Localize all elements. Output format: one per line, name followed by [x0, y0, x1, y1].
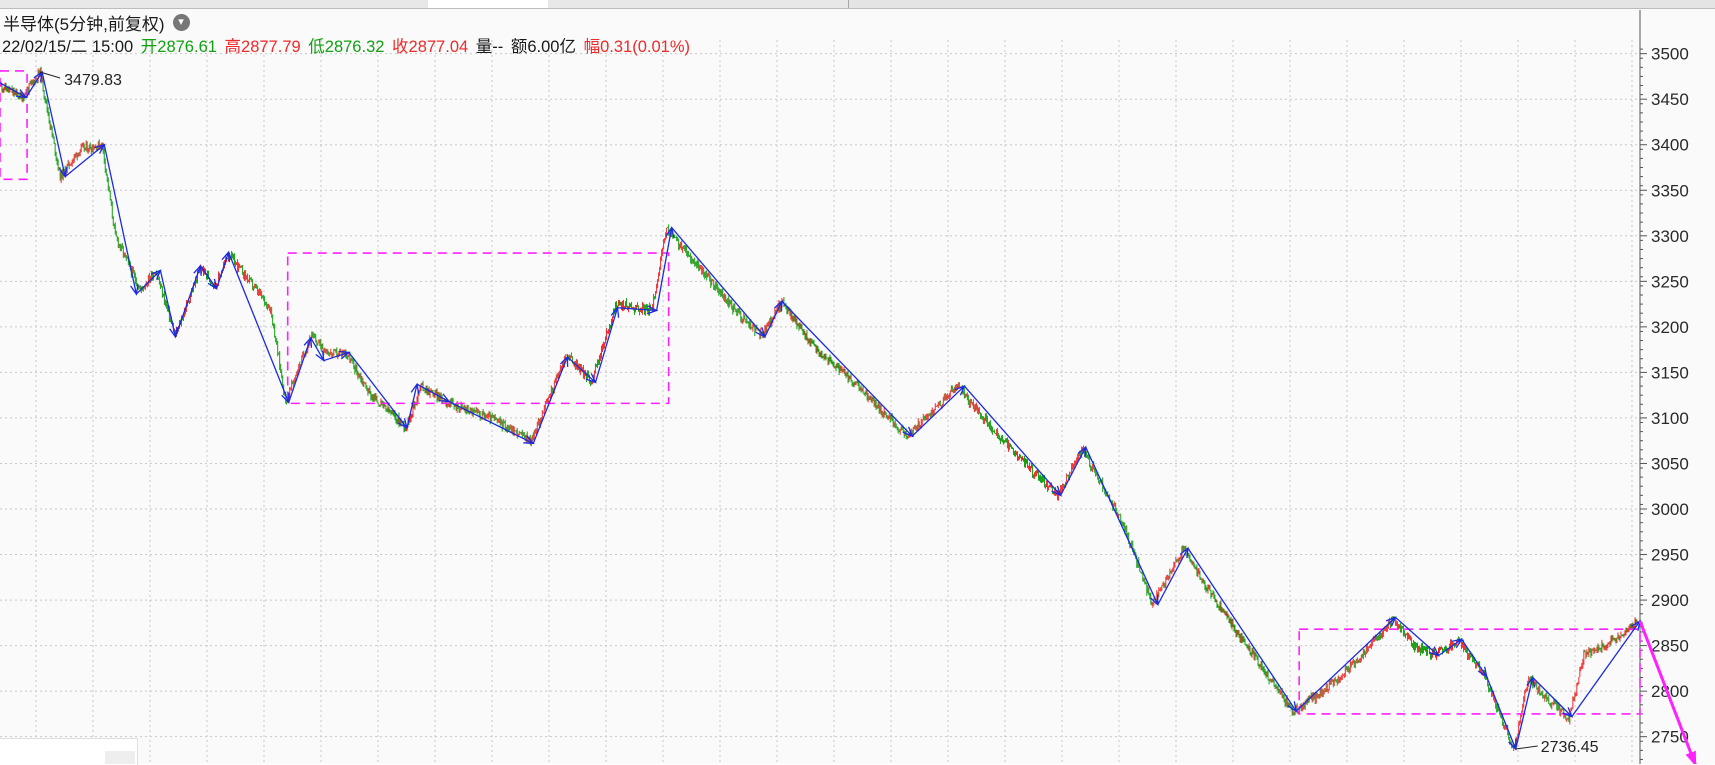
- zigzag-segment: [1486, 676, 1517, 750]
- y-axis-tick-label: 3400: [1651, 136, 1689, 155]
- ohlc-info-bar: 22/02/15/二 15:00 开2876.61 高2877.79 低2876…: [2, 33, 693, 56]
- zigzag-segment: [1461, 638, 1488, 677]
- y-axis-tick-label: 3200: [1651, 318, 1689, 337]
- stock-chart-window: 3500 3450 3400 3350 3300 3250 3200 3150 3100 3050…: [0, 0, 1715, 765]
- zigzag-segment: [1060, 446, 1087, 496]
- price-chart[interactable]: 3500 3450 3400 3350 3300 3250 3200 3150 3100 3050…: [0, 0, 1715, 764]
- zigzag-segment: [1532, 677, 1573, 718]
- zigzag-segment: [288, 337, 312, 403]
- zigzag-segment: [532, 356, 568, 444]
- close-label: 收: [392, 38, 409, 56]
- zigzag-segment: [963, 385, 1062, 496]
- zigzag-segment: [25, 71, 43, 98]
- panel-button[interactable]: [105, 751, 135, 764]
- zigzag-segment: [1085, 446, 1159, 605]
- zigzag-segment: [227, 251, 290, 403]
- change-label: 幅: [583, 38, 601, 56]
- y-axis-tick-label: 2900: [1651, 591, 1689, 610]
- chart-title-bar: 半导体(5分钟,前复权) ▾: [3, 11, 190, 34]
- y-axis-tick-label: 3250: [1651, 272, 1689, 291]
- zigzag-segment: [764, 301, 783, 338]
- y-axis-tick-label: 2950: [1651, 546, 1689, 565]
- y-axis-tick-label: 3300: [1651, 227, 1689, 246]
- zigzag-segment: [416, 383, 450, 403]
- zigzag-segment: [911, 385, 965, 437]
- low-label: 低: [308, 38, 325, 56]
- zigzag-segment: [41, 71, 66, 177]
- zigzag-segment: [1157, 547, 1189, 605]
- y-axis-tick-label: 3150: [1651, 363, 1689, 382]
- zigzag-segment: [64, 144, 105, 178]
- zigzag-segment: [1394, 616, 1439, 657]
- zigzag-segment: [215, 251, 230, 289]
- zigzag-segment: [671, 227, 766, 338]
- chevron-down-icon[interactable]: ▾: [172, 13, 190, 31]
- high-value: 2877.79: [241, 38, 301, 56]
- y-axis-tick-label: 3050: [1651, 454, 1689, 473]
- chart-title: 半导体(5分钟,前复权): [3, 14, 165, 34]
- max-price-label: 3479.83: [64, 72, 122, 89]
- zigzag-segment: [135, 269, 161, 295]
- zigzag-segment: [174, 265, 202, 338]
- open-label: 开: [140, 38, 158, 56]
- y-axis-tick-label: 2850: [1651, 637, 1689, 656]
- min-annotation-leader: [1515, 745, 1538, 750]
- zigzag-segment: [1295, 616, 1396, 712]
- zigzag-segment: [566, 356, 596, 383]
- low-value: 2876.32: [324, 38, 385, 56]
- y-axis-tick-label: 3000: [1651, 500, 1689, 519]
- y-axis-tick-label: 3500: [1651, 45, 1689, 64]
- volume-label: 量--: [475, 38, 504, 56]
- open-value: 2876.61: [157, 38, 217, 56]
- zigzag-segment: [448, 400, 534, 445]
- amount-value: 6.00亿: [527, 38, 576, 56]
- close-value: 2877.04: [408, 38, 469, 56]
- change-value: 0.31(0.01%): [600, 38, 690, 56]
- y-axis-tick-label: 3450: [1651, 90, 1689, 109]
- zigzag-arrowhead: [315, 350, 325, 363]
- y-axis-tick-label: 3350: [1651, 181, 1689, 200]
- projection-arrowhead: [1685, 750, 1697, 764]
- high-label: 高: [224, 38, 242, 56]
- zigzag-segment: [199, 265, 218, 289]
- amount-label: 额: [510, 38, 528, 56]
- min-price-label: 2736.45: [1541, 739, 1599, 756]
- zigzag-segment: [159, 270, 177, 338]
- bar-datetime: 22/02/15/二 15:00: [2, 38, 134, 56]
- zigzag-segment: [103, 144, 137, 295]
- y-axis-tick-label: 3100: [1651, 409, 1689, 428]
- zigzag-segment: [781, 300, 913, 437]
- zigzag-segment: [1187, 547, 1297, 712]
